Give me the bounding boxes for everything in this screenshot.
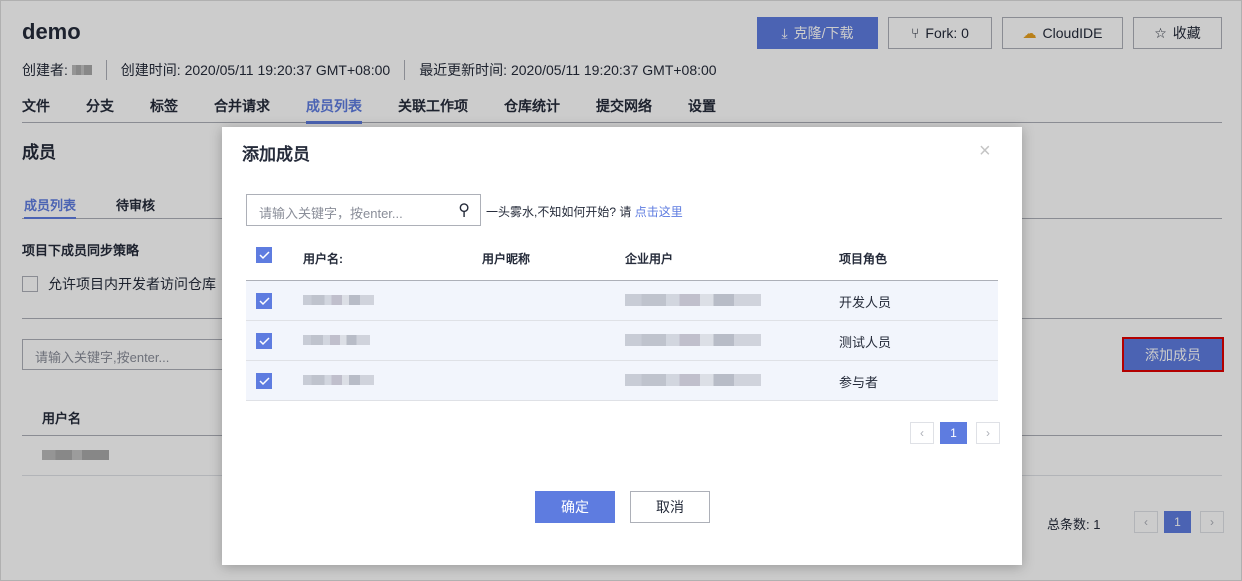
username-blurred xyxy=(303,295,374,305)
row-checkbox[interactable] xyxy=(256,333,272,349)
select-all-checkbox[interactable] xyxy=(256,247,272,263)
prev-page-button[interactable]: ‹ xyxy=(910,422,934,444)
next-page-button[interactable]: › xyxy=(976,422,1000,444)
enterprise-user-blurred xyxy=(625,334,761,346)
table-row[interactable]: 开发人员 xyxy=(246,281,998,321)
table-row[interactable]: 参与者 xyxy=(246,361,998,401)
close-icon[interactable]: × xyxy=(979,140,991,163)
username-blurred xyxy=(303,375,374,385)
row-checkbox[interactable] xyxy=(256,373,272,389)
enterprise-user-blurred xyxy=(625,294,761,306)
enterprise-user-blurred xyxy=(625,374,761,386)
search-icon[interactable]: ⚲ xyxy=(458,200,470,220)
row-checkbox[interactable] xyxy=(256,293,272,309)
help-link[interactable]: 点击这里 xyxy=(635,205,683,219)
username-blurred xyxy=(303,335,370,345)
add-member-dialog: 添加成员 × 请输入关键字，按enter... ⚲ 一头雾水,不知如何开始? 请… xyxy=(222,127,1022,565)
help-hint: 一头雾水,不知如何开始? 请 点击这里 xyxy=(486,205,683,219)
table-row[interactable]: 测试人员 xyxy=(246,321,998,361)
cancel-button[interactable]: 取消 xyxy=(630,491,710,523)
dialog-search-input[interactable]: 请输入关键字，按enter... ⚲ xyxy=(246,194,481,226)
dialog-title: 添加成员 xyxy=(242,145,310,164)
table-header: 用户名: 用户昵称 企业用户 项目角色 xyxy=(246,247,998,281)
confirm-button[interactable]: 确定 xyxy=(535,491,615,523)
page-1-button[interactable]: 1 xyxy=(940,422,967,444)
